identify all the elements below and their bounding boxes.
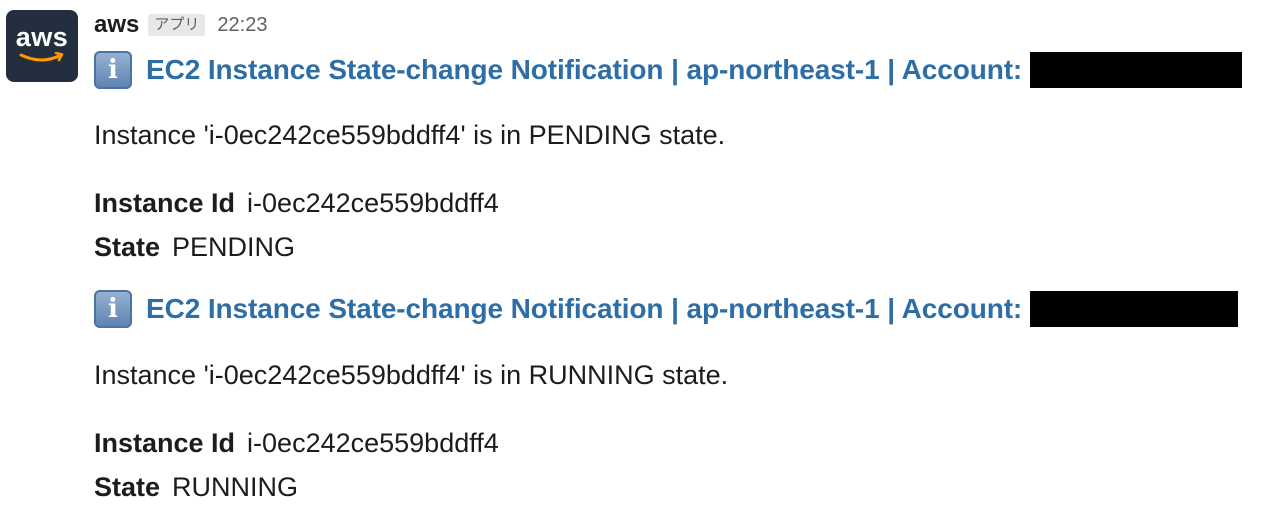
aws-smile-icon <box>19 52 64 62</box>
notification-title-link[interactable]: EC2 Instance State-change Notification |… <box>146 293 1022 325</box>
field-state: State RUNNING <box>94 472 298 503</box>
field-state: State PENDING <box>94 232 295 263</box>
chat-message: aws aws アプリ 22:23 i EC2 Instance State-c… <box>0 0 1280 520</box>
field-instance-id: Instance Id i-0ec242ce559bddff4 <box>94 428 499 459</box>
info-icon: i <box>94 51 132 89</box>
field-label: Instance Id <box>94 428 236 458</box>
message-timestamp[interactable]: 22:23 <box>217 14 267 37</box>
notification-title-row: i EC2 Instance State-change Notification… <box>94 289 1239 329</box>
redacted-account-block <box>1030 52 1243 88</box>
field-instance-id: Instance Id i-0ec242ce559bddff4 <box>94 188 499 219</box>
field-value: i-0ec242ce559bddff4 <box>247 428 499 458</box>
field-value: i-0ec242ce559bddff4 <box>247 188 499 218</box>
notification-title-row: i EC2 Instance State-change Notification… <box>94 50 1243 90</box>
notification-summary: Instance 'i-0ec242ce559bddff4' is in PEN… <box>94 120 726 150</box>
aws-avatar[interactable]: aws <box>6 10 78 82</box>
field-value: RUNNING <box>172 472 299 502</box>
field-value: PENDING <box>172 232 296 262</box>
field-label: State <box>94 472 161 502</box>
redacted-account-block <box>1030 291 1239 327</box>
message-header: aws アプリ 22:23 <box>94 8 267 42</box>
app-badge: アプリ <box>148 14 206 36</box>
sender-name[interactable]: aws <box>94 11 139 39</box>
avatar-logo-text: aws <box>15 22 69 52</box>
notification-summary: Instance 'i-0ec242ce559bddff4' is in RUN… <box>94 360 729 390</box>
field-label: Instance Id <box>94 188 236 218</box>
field-label: State <box>94 232 161 262</box>
notification-title-link[interactable]: EC2 Instance State-change Notification |… <box>146 54 1022 86</box>
info-icon: i <box>94 290 132 328</box>
